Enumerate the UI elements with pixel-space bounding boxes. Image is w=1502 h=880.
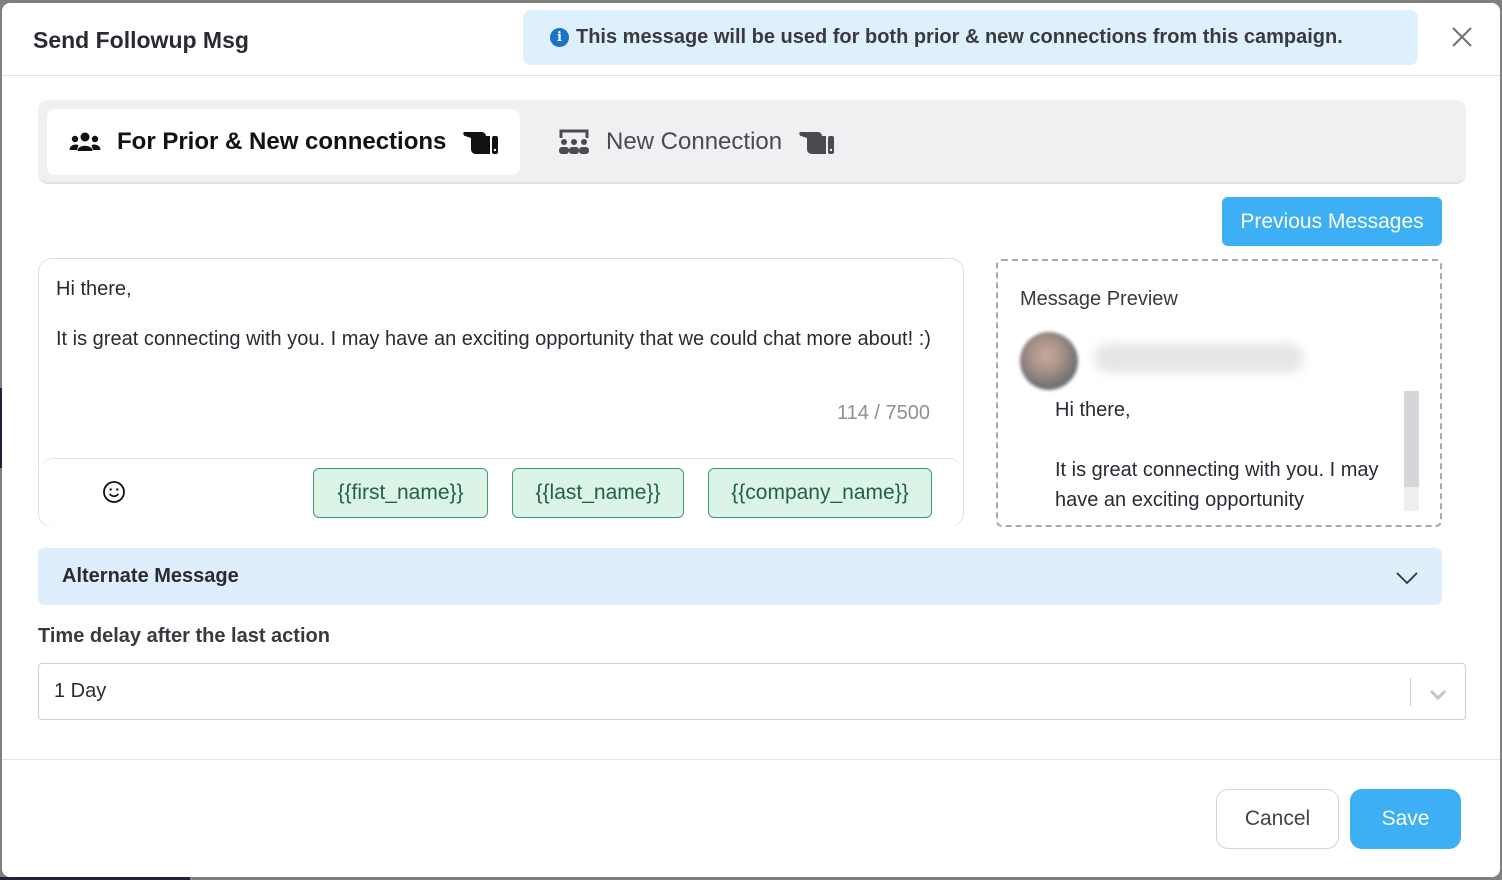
alternate-message-accordion[interactable]: Alternate Message [38,548,1442,605]
message-preview-body: Hi there, It is great connecting with yo… [1055,399,1379,511]
select-divider [1410,678,1411,706]
avatar [1020,332,1078,390]
tab-prior-and-new-connections[interactable]: For Prior & New connections [47,109,520,175]
message-editor: Hi there, It is great connecting with yo… [38,258,964,527]
connection-type-tabs: For Prior & New connections New Connecti… [38,100,1466,184]
modal-footer: Cancel Save [2,759,1500,877]
alternate-message-label: Alternate Message [62,565,239,587]
close-button[interactable] [1450,25,1474,49]
pointing-hand-icon [798,127,836,157]
blurred-sender-name [1094,343,1304,373]
previous-messages-button[interactable]: Previous Messages [1222,197,1442,246]
cancel-button[interactable]: Cancel [1216,789,1339,849]
time-delay-select[interactable]: 1 Day [38,663,1466,720]
message-textarea[interactable]: Hi there, It is great connecting with yo… [56,277,956,352]
chevron-down-icon [1396,568,1418,591]
tab-label: For Prior & New connections [117,128,447,155]
modal-header: Send Followup Msg i This message will be… [2,3,1500,76]
variable-first-name-chip[interactable]: {{first_name}} [313,468,488,518]
preview-scrollbar[interactable] [1404,391,1419,511]
modal-title: Send Followup Msg [33,27,249,53]
emoji-button[interactable] [102,480,126,504]
save-button[interactable]: Save [1350,789,1461,849]
variable-company-name-chip[interactable]: {{company_name}} [708,468,932,518]
tab-label: New Connection [606,128,783,155]
pointing-hand-icon [462,127,500,157]
message-preview-title: Message Preview [1020,288,1178,310]
smiley-icon [103,481,125,503]
network-people-icon [558,129,590,155]
variable-last-name-chip[interactable]: {{last_name}} [512,468,684,518]
time-delay-label: Time delay after the last action [38,625,330,647]
users-group-icon [69,131,101,153]
info-icon: i [550,28,569,47]
tab-new-connection[interactable]: New Connection [558,109,836,175]
time-delay-value: 1 Day [54,680,107,702]
message-preview-panel: Message Preview Hi there, It is great co… [996,259,1442,527]
preview-scrollbar-thumb[interactable] [1404,391,1419,487]
send-followup-modal: Send Followup Msg i This message will be… [2,3,1500,877]
info-banner: i This message will be used for both pri… [523,10,1418,65]
editor-toolbar: {{first_name}} {{last_name}} {{company_n… [39,458,963,527]
info-banner-text: This message will be used for both prior… [576,26,1343,48]
character-count: 114 / 7500 [836,402,930,424]
close-icon [1452,27,1472,47]
chevron-down-icon [1429,684,1447,707]
